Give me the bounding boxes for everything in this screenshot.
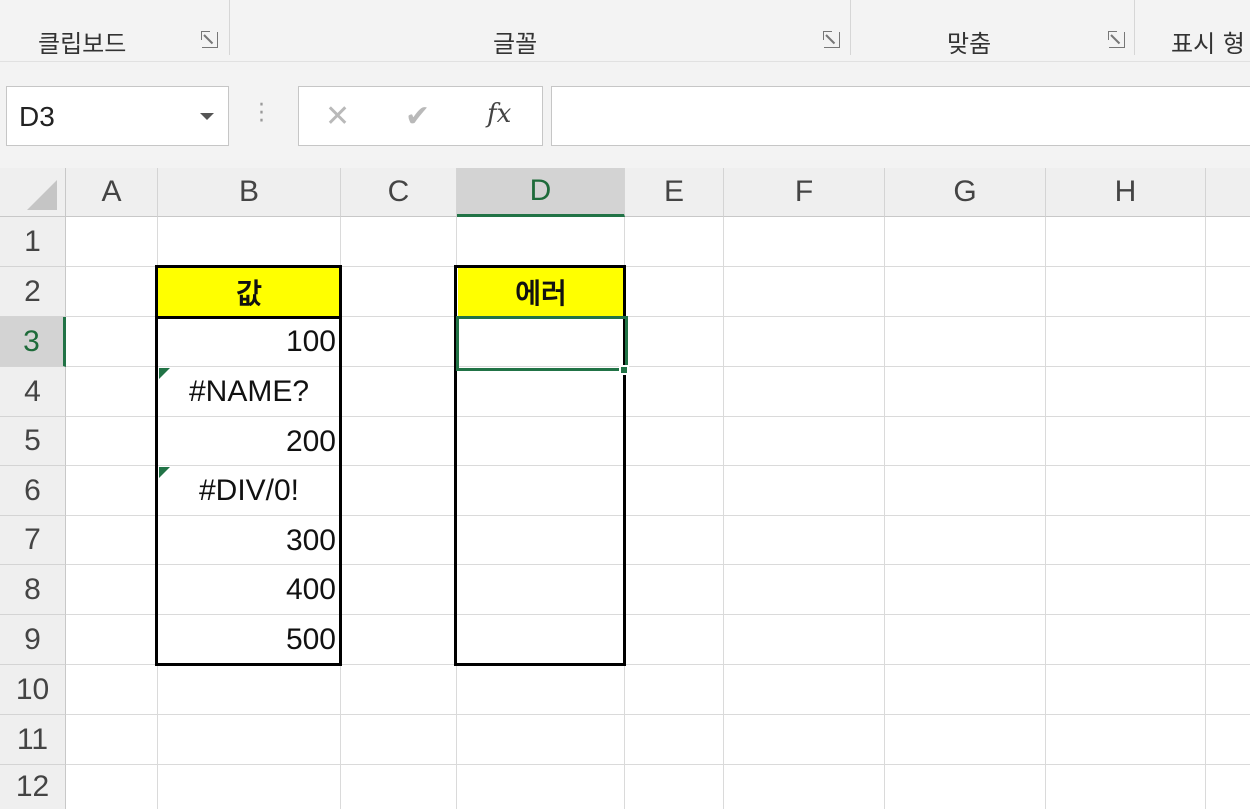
insert-function-icon[interactable]: fx xyxy=(487,99,511,129)
ribbon-group-labels: 클립보드 글꼴 맞춤 표시 형 xyxy=(0,0,1250,62)
column-header-e[interactable]: E xyxy=(625,168,724,217)
column-header-b[interactable]: B xyxy=(158,168,341,217)
select-all-button[interactable] xyxy=(0,168,66,217)
row-header-8[interactable]: 8 xyxy=(0,565,66,615)
ribbon-group-clipboard-label: 클립보드 xyxy=(38,30,127,58)
column-header-f[interactable]: F xyxy=(724,168,885,217)
font-dialog-launcher-icon[interactable] xyxy=(823,31,840,48)
select-all-triangle-icon xyxy=(27,180,57,210)
row-header-11[interactable]: 11 xyxy=(0,715,66,765)
row-header-7[interactable]: 7 xyxy=(0,516,66,565)
row-header-1[interactable]: 1 xyxy=(0,217,66,267)
cancel-icon[interactable]: ✕ xyxy=(325,99,350,134)
row-header-3[interactable]: 3 xyxy=(0,317,66,367)
alignment-dialog-launcher-icon[interactable] xyxy=(1108,31,1125,48)
clipboard-dialog-launcher-icon[interactable] xyxy=(201,31,218,48)
row-header-12[interactable]: 12 xyxy=(0,765,66,809)
gridline xyxy=(66,714,1250,715)
row-header-10[interactable]: 10 xyxy=(0,665,66,715)
column-header-next[interactable] xyxy=(1206,168,1250,217)
formula-input[interactable] xyxy=(551,86,1250,146)
row-header-2[interactable]: 2 xyxy=(0,267,66,317)
gridline xyxy=(884,217,885,809)
name-box[interactable]: D3 xyxy=(6,86,229,146)
ribbon-group-font-label: 글꼴 xyxy=(493,30,538,58)
ribbon-group-font: 글꼴 xyxy=(230,0,851,58)
name-box-value: D3 xyxy=(19,101,55,132)
row-header-5[interactable]: 5 xyxy=(0,417,66,466)
gridline xyxy=(1205,217,1206,809)
ribbon-group-alignment-label: 맞춤 xyxy=(947,30,992,58)
column-header-c[interactable]: C xyxy=(341,168,457,217)
chevron-down-icon[interactable] xyxy=(200,113,214,120)
column-header-a[interactable]: A xyxy=(66,168,158,217)
gridline xyxy=(66,764,1250,765)
formula-bar-buttons: ✕ ✔ fx xyxy=(298,86,543,146)
ribbon-group-number-label: 표시 형 xyxy=(1171,30,1245,55)
gridline xyxy=(1045,217,1046,809)
formula-bar-grip-icon[interactable]: · · · xyxy=(258,95,265,133)
active-cell-selection[interactable] xyxy=(456,316,628,371)
column-header-d[interactable]: D xyxy=(457,168,625,217)
row-header-6[interactable]: 6 xyxy=(0,466,66,516)
ribbon-group-clipboard: 클립보드 xyxy=(0,0,230,58)
ribbon-group-number: 표시 형 xyxy=(1135,0,1250,55)
formula-bar: D3 · · · ✕ ✔ fx xyxy=(0,62,1250,168)
value-table-header-border xyxy=(155,316,342,319)
row-header-9[interactable]: 9 xyxy=(0,615,66,665)
ribbon-group-alignment: 맞춤 xyxy=(851,0,1135,58)
enter-icon[interactable]: ✔ xyxy=(405,99,430,134)
row-header-4[interactable]: 4 xyxy=(0,367,66,417)
fill-handle[interactable] xyxy=(619,365,629,375)
worksheet-grid: A B C D E F G H 1 2 3 4 5 6 7 8 9 10 11 … xyxy=(0,168,1250,809)
column-header-h[interactable]: H xyxy=(1046,168,1206,217)
gridline xyxy=(723,217,724,809)
value-table-border xyxy=(155,265,342,666)
column-header-g[interactable]: G xyxy=(885,168,1046,217)
